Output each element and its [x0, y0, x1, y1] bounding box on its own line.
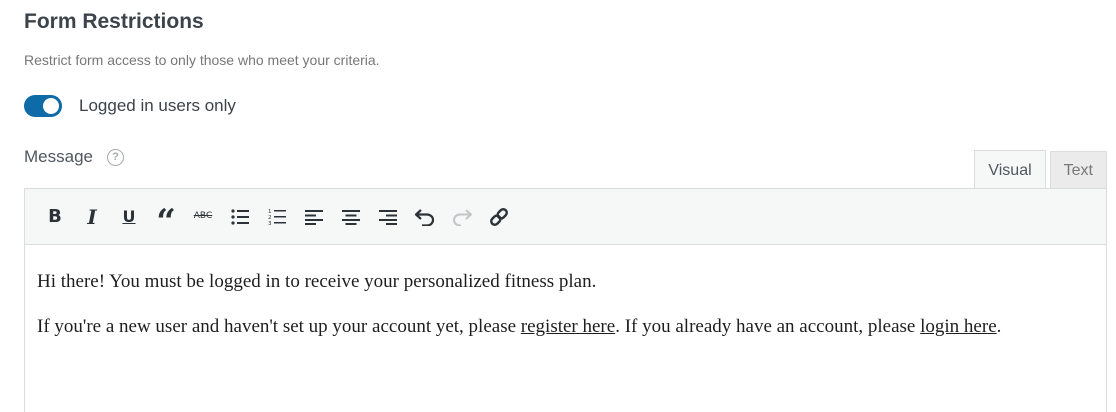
- align-center-icon: [342, 209, 360, 225]
- register-link[interactable]: register here: [521, 316, 615, 337]
- p2-text-before: If you're a new user and haven't set up …: [37, 316, 521, 337]
- undo-button[interactable]: [410, 202, 440, 232]
- p2-text-end: .: [996, 316, 1002, 337]
- underline-button[interactable]: U: [114, 202, 144, 232]
- svg-text:3: 3: [268, 221, 272, 225]
- logged-in-toggle-label: Logged in users only: [79, 96, 236, 115]
- question-circle-icon[interactable]: ?: [106, 148, 124, 166]
- align-right-icon: [379, 209, 397, 225]
- blockquote-icon: “: [156, 201, 176, 242]
- message-editor: B I U “ ABC 1 2 3 Hi there! You must be …: [24, 188, 1107, 412]
- login-link[interactable]: login here: [920, 316, 997, 337]
- section-subtitle: Restrict form access to only those who m…: [24, 52, 380, 68]
- bullet-list-button[interactable]: [225, 202, 255, 232]
- underline-icon: U: [122, 206, 136, 226]
- bold-button[interactable]: B: [40, 202, 70, 232]
- italic-icon: I: [87, 204, 97, 229]
- bullet-list-icon: [231, 208, 249, 225]
- undo-icon: [414, 208, 435, 226]
- strikethrough-button[interactable]: ABC: [188, 202, 218, 232]
- content-paragraph-2: If you're a new user and haven't set up …: [37, 311, 1093, 342]
- blockquote-button[interactable]: “: [151, 201, 181, 242]
- p2-text-middle: . If you already have an account, please: [615, 316, 921, 337]
- message-label-row: Message ?: [24, 147, 124, 167]
- logged-in-toggle-row: Logged in users only: [24, 95, 236, 117]
- align-left-button[interactable]: [299, 202, 329, 232]
- numbered-list-button[interactable]: 1 2 3: [262, 202, 292, 232]
- section-title: Form Restrictions: [24, 10, 204, 33]
- toggle-knob: [43, 98, 59, 114]
- tab-text[interactable]: Text: [1049, 151, 1107, 190]
- redo-button[interactable]: [447, 202, 477, 232]
- redo-icon: [453, 208, 472, 226]
- bold-icon: B: [48, 205, 62, 227]
- message-label: Message: [24, 147, 93, 166]
- content-paragraph-1: Hi there! You must be logged in to recei…: [37, 271, 597, 292]
- align-center-button[interactable]: [336, 202, 366, 232]
- align-left-icon: [305, 209, 323, 225]
- logged-in-toggle[interactable]: [24, 95, 62, 117]
- link-icon: [490, 207, 508, 226]
- editor-toolbar: B I U “ ABC 1 2 3: [25, 189, 1106, 245]
- editor-content[interactable]: Hi there! You must be logged in to recei…: [25, 245, 1106, 342]
- strikethrough-icon: ABC: [193, 211, 213, 221]
- editor-tabs: Visual Text: [974, 150, 1107, 190]
- form-restrictions-panel: Form Restrictions Restrict form access t…: [0, 0, 1116, 412]
- italic-button[interactable]: I: [77, 202, 107, 232]
- numbered-list-icon: 1 2 3: [268, 209, 286, 225]
- tab-visual[interactable]: Visual: [974, 150, 1046, 190]
- align-right-button[interactable]: [373, 202, 403, 232]
- link-button[interactable]: [484, 202, 514, 232]
